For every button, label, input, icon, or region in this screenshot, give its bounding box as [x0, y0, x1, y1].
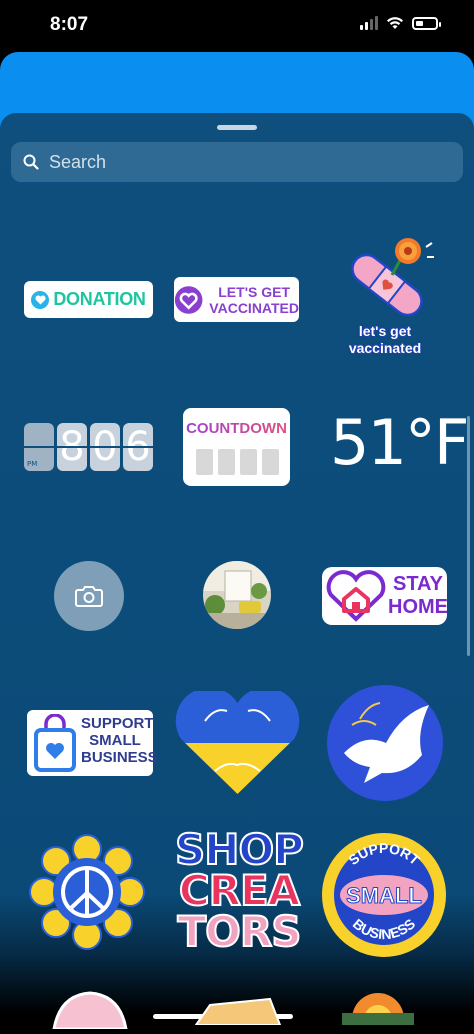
- bandage-flower-icon: [351, 238, 434, 317]
- lets-get-vaccinated-badge-sticker[interactable]: LET'S GET VACCINATED: [174, 277, 299, 322]
- shop-creators-line-3: TORS: [177, 907, 303, 956]
- shopping-bag-heart-icon: [34, 714, 76, 772]
- peace-sunflower-icon: [29, 834, 145, 950]
- clock-period-tile: PM: [24, 423, 54, 471]
- photo-sticker[interactable]: [203, 561, 271, 629]
- partial-sticker-1[interactable]: [50, 989, 130, 1031]
- donation-label: DONATION: [53, 289, 146, 309]
- partial-sticker-3[interactable]: [338, 979, 418, 1034]
- sticker-search-field[interactable]: Search: [11, 142, 463, 182]
- clock-period-label: PM: [27, 460, 38, 468]
- shop-creators-line-2: CREA: [178, 866, 301, 915]
- camera-sticker[interactable]: [54, 561, 124, 631]
- heart-icon: [31, 290, 50, 309]
- sheet-grabber-handle[interactable]: [217, 125, 257, 130]
- ukraine-heart-sticker[interactable]: [175, 691, 300, 797]
- stay-home-label: STAY HOME: [388, 573, 448, 618]
- battery-icon: [412, 16, 441, 30]
- cellular-signal-icon: [360, 16, 378, 30]
- ukraine-heart-icon: [175, 691, 300, 795]
- wifi-icon: [387, 17, 403, 29]
- status-icons: [360, 16, 441, 30]
- support-small-business-sticker[interactable]: SUPPORT SMALL BUSINESS: [27, 710, 158, 776]
- countdown-label: COUNTDOWN: [183, 420, 290, 437]
- shop-creators-line-1: SHOP: [174, 825, 305, 874]
- camera-icon: [75, 586, 103, 607]
- clock-digit-minute-ones: 6: [123, 423, 153, 471]
- peace-sunflower-sticker[interactable]: [28, 833, 146, 951]
- heart-house-icon: [326, 570, 386, 622]
- pink-badge-icon: [52, 991, 128, 1031]
- sunrise-icon: [342, 993, 414, 1034]
- heart-bandage-icon: [174, 285, 203, 314]
- partial-sticker-2[interactable]: [190, 995, 286, 1026]
- status-bar: 8:07: [0, 0, 474, 52]
- stay-home-sticker[interactable]: STAY HOME: [322, 567, 448, 625]
- search-placeholder: Search: [49, 151, 107, 172]
- dove-icon: [327, 685, 443, 801]
- partial-sticker-2-graphic: [194, 997, 282, 1026]
- shop-creators-sticker[interactable]: SHOP CREA TORS: [174, 825, 305, 957]
- countdown-digit-boxes: [196, 449, 279, 475]
- peace-dove-sticker[interactable]: [324, 683, 446, 803]
- support-small-business-circle-sticker[interactable]: SUPPORT SMALL BUSINESS: [320, 831, 448, 959]
- lets-get-vaccinated-label: LET'S GET VACCINATED: [209, 283, 299, 316]
- status-time: 8:07: [50, 14, 89, 35]
- time-sticker[interactable]: PM 8 0 6: [24, 423, 154, 471]
- temperature-sticker[interactable]: 51°F: [330, 407, 470, 479]
- support-circle-center-label: SMALL: [346, 883, 422, 908]
- clock-digit-minute-tens: 0: [90, 423, 120, 471]
- donation-sticker[interactable]: DONATION: [24, 281, 153, 318]
- lets-get-vaccinated-bandage-sticker[interactable]: let's get vaccinated: [332, 235, 438, 360]
- clock-digit-hour: 8: [57, 423, 87, 471]
- lets-get-vaccinated-bandage-label: let's get vaccinated: [348, 323, 422, 356]
- countdown-sticker[interactable]: COUNTDOWN: [183, 408, 290, 486]
- sticker-tray-sheet: Search DONATION LET'S GET VACCINATED let…: [0, 113, 474, 1034]
- support-small-business-label: SUPPORT SMALL BUSINESS: [81, 715, 158, 766]
- support-small-business-badge: SUPPORT SMALL BUSINESS: [322, 833, 446, 957]
- search-icon: [23, 154, 39, 170]
- photo-thumbnail: [203, 561, 271, 629]
